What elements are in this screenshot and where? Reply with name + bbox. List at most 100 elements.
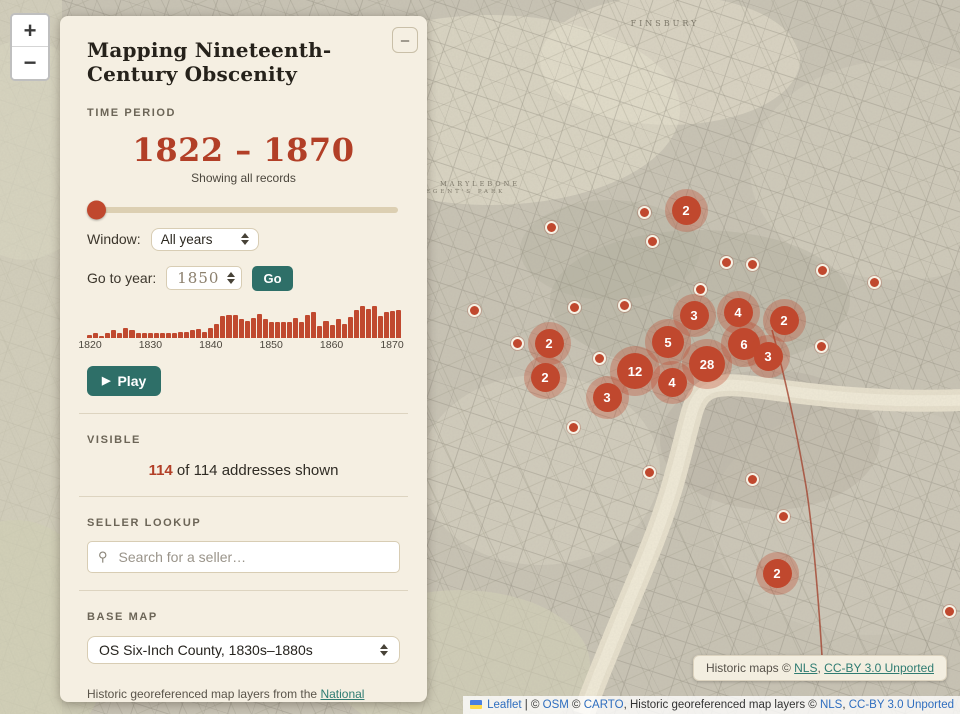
carto-link[interactable]: CARTO xyxy=(584,699,624,711)
point-marker[interactable] xyxy=(511,337,524,350)
osm-link[interactable]: OSM xyxy=(543,699,569,711)
point-marker[interactable] xyxy=(568,301,581,314)
histogram-bar xyxy=(317,326,322,338)
year-slider-thumb[interactable] xyxy=(87,200,106,219)
play-icon: ▶ xyxy=(102,374,110,387)
point-marker[interactable] xyxy=(468,304,481,317)
point-marker[interactable] xyxy=(746,473,759,486)
histogram-bar xyxy=(360,306,365,338)
point-marker[interactable] xyxy=(694,283,707,296)
histogram-bar xyxy=(239,319,244,338)
point-marker[interactable] xyxy=(816,264,829,277)
cluster-marker[interactable]: 2 xyxy=(672,196,701,225)
cluster-marker[interactable]: 12 xyxy=(617,353,653,389)
histogram-bar xyxy=(378,316,383,338)
attribution-bar: Leaflet | © OSM © CARTO, Historic georef… xyxy=(463,696,960,714)
sidebar-panel: – Mapping Nineteenth-Century Obscenity T… xyxy=(60,16,427,702)
year-range-display: 1822 – 1870 xyxy=(87,131,400,169)
point-marker[interactable] xyxy=(943,605,956,618)
goto-year-input[interactable]: 1850 xyxy=(166,266,242,290)
chevron-updown-icon xyxy=(380,644,388,656)
collapse-panel-button[interactable]: – xyxy=(392,27,418,53)
point-marker[interactable] xyxy=(815,340,828,353)
point-marker[interactable] xyxy=(746,258,759,271)
point-marker[interactable] xyxy=(567,421,580,434)
histogram-bar xyxy=(226,315,231,338)
spinner-updown-icon[interactable] xyxy=(227,272,235,284)
histogram-bar xyxy=(311,312,316,338)
histogram-bar xyxy=(233,315,238,338)
nls-attrib-link[interactable]: NLS xyxy=(820,699,842,711)
chevron-updown-icon xyxy=(241,233,249,245)
point-marker[interactable] xyxy=(545,221,558,234)
histogram-bar xyxy=(123,328,128,338)
cluster-marker[interactable]: 5 xyxy=(652,326,684,358)
histogram-tick-label: 1820 xyxy=(78,339,101,351)
histogram-bar xyxy=(330,325,335,338)
cluster-marker[interactable]: 4 xyxy=(658,368,687,397)
base-map-select[interactable]: OS Six-Inch County, 1830s–1880s xyxy=(87,636,400,664)
zoom-in-button[interactable]: + xyxy=(12,15,48,47)
seller-lookup-heading: SELLER LOOKUP xyxy=(87,517,400,529)
panel-footnote: Historic georeferenced map layers from t… xyxy=(87,686,400,702)
point-marker[interactable] xyxy=(593,352,606,365)
point-marker[interactable] xyxy=(720,256,733,269)
cc-license-link[interactable]: CC-BY 3.0 Unported xyxy=(824,661,934,675)
cluster-marker[interactable]: 2 xyxy=(531,363,560,392)
map-place-label: FINSBURY xyxy=(631,19,700,28)
play-button[interactable]: ▶ Play xyxy=(87,366,161,396)
histogram-tick-label: 1860 xyxy=(320,339,343,351)
histogram-bar xyxy=(287,322,292,338)
zoom-out-button[interactable]: − xyxy=(12,47,48,79)
histogram-bar xyxy=(208,328,213,338)
cluster-marker[interactable]: 3 xyxy=(593,383,622,412)
divider xyxy=(79,590,408,591)
cluster-marker[interactable]: 3 xyxy=(754,342,783,371)
point-marker[interactable] xyxy=(618,299,631,312)
point-marker[interactable] xyxy=(646,235,659,248)
cluster-marker[interactable]: 28 xyxy=(689,346,725,382)
nls-credit-link[interactable]: NLS xyxy=(794,661,817,675)
go-button[interactable]: Go xyxy=(252,266,292,291)
visible-heading: VISIBLE xyxy=(87,434,400,446)
histogram-bar xyxy=(336,319,341,338)
cluster-marker[interactable]: 2 xyxy=(763,559,792,588)
map-place-label: REGENT'S PARK xyxy=(419,189,506,195)
historic-maps-credit: Historic maps © NLS, CC-BY 3.0 Unported xyxy=(693,655,947,681)
histogram-bar xyxy=(251,318,256,338)
map-place-label: MARYLEBONE xyxy=(440,180,520,188)
histogram-bars xyxy=(87,305,401,338)
cluster-marker[interactable]: 2 xyxy=(770,306,799,335)
histogram-bar xyxy=(354,310,359,338)
seller-search-input[interactable] xyxy=(117,548,389,566)
point-marker[interactable] xyxy=(777,510,790,523)
play-label: Play xyxy=(117,373,146,389)
cc-attrib-link[interactable]: CC-BY 3.0 Unported xyxy=(849,699,954,711)
visible-count: 114 xyxy=(149,462,173,479)
cluster-marker[interactable]: 3 xyxy=(680,301,709,330)
histogram-bar xyxy=(111,330,116,338)
point-marker[interactable] xyxy=(868,276,881,289)
histogram-bar xyxy=(372,306,377,338)
histogram-tick-label: 1840 xyxy=(199,339,222,351)
divider xyxy=(79,413,408,414)
histogram-bar xyxy=(293,318,298,338)
histogram-bar xyxy=(396,310,401,338)
histogram-tick-label: 1870 xyxy=(380,339,403,351)
histogram-bar xyxy=(281,322,286,338)
cluster-marker[interactable]: 4 xyxy=(724,298,753,327)
leaflet-link[interactable]: Leaflet xyxy=(487,699,522,711)
histogram-bar xyxy=(299,322,304,338)
window-select[interactable]: All years xyxy=(151,228,259,251)
histogram-bar xyxy=(305,315,310,338)
point-marker[interactable] xyxy=(643,466,656,479)
histogram-bar xyxy=(269,322,274,338)
histogram-bar xyxy=(245,321,250,338)
histogram-tick-label: 1830 xyxy=(139,339,162,351)
histogram-tick-label: 1850 xyxy=(260,339,283,351)
ukraine-flag-icon xyxy=(470,700,482,709)
window-label: Window: xyxy=(87,231,141,247)
year-slider-track[interactable] xyxy=(89,207,398,213)
point-marker[interactable] xyxy=(638,206,651,219)
cluster-marker[interactable]: 2 xyxy=(535,329,564,358)
